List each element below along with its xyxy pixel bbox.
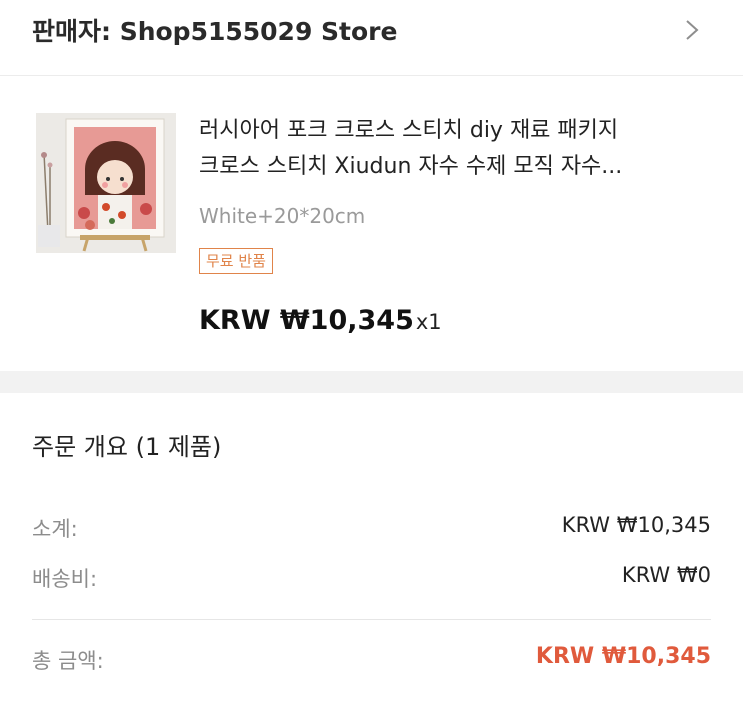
shipping-value: KRW ₩0 (621, 563, 711, 587)
product-title-line-2: 크로스 스티치 Xiudun 자수 수제 모직 자수... (199, 154, 623, 179)
seller-row[interactable]: 판매자: Shop5155029 Store (0, 0, 743, 76)
total-value: KRW ₩10,345 (535, 644, 711, 669)
product-price: KRW ₩10,345 (199, 305, 414, 336)
section-divider (0, 371, 743, 393)
seller-name: 판매자: Shop5155029 Store (32, 17, 398, 46)
subtotal-label: 소계: (32, 517, 78, 541)
product-variant: White+20*20cm (199, 204, 366, 228)
summary-divider (32, 619, 711, 620)
subtotal-value: KRW ₩10,345 (561, 513, 711, 537)
product-price-row: KRW ₩10,345x1 (199, 305, 442, 336)
order-summary: 주문 개요 (1 제품) 소계: KRW ₩10,345 배송비: KRW ₩0… (0, 393, 743, 718)
free-return-badge: 무료 반품 (199, 248, 273, 274)
product-item[interactable]: 러시아어 포크 크로스 스티치 diy 재료 패키지 크로스 스티치 Xiudu… (0, 77, 743, 371)
product-quantity: x1 (415, 310, 442, 334)
total-label: 총 금액: (32, 649, 104, 673)
product-title-line-1: 러시아어 포크 크로스 스티치 diy 재료 패키지 (199, 118, 619, 143)
chevron-right-icon[interactable] (683, 18, 701, 42)
shipping-label: 배송비: (32, 567, 98, 591)
product-title[interactable]: 러시아어 포크 크로스 스티치 diy 재료 패키지 크로스 스티치 Xiudu… (199, 113, 719, 185)
product-thumbnail[interactable] (36, 113, 176, 253)
summary-title: 주문 개요 (1 제품) (32, 433, 222, 461)
